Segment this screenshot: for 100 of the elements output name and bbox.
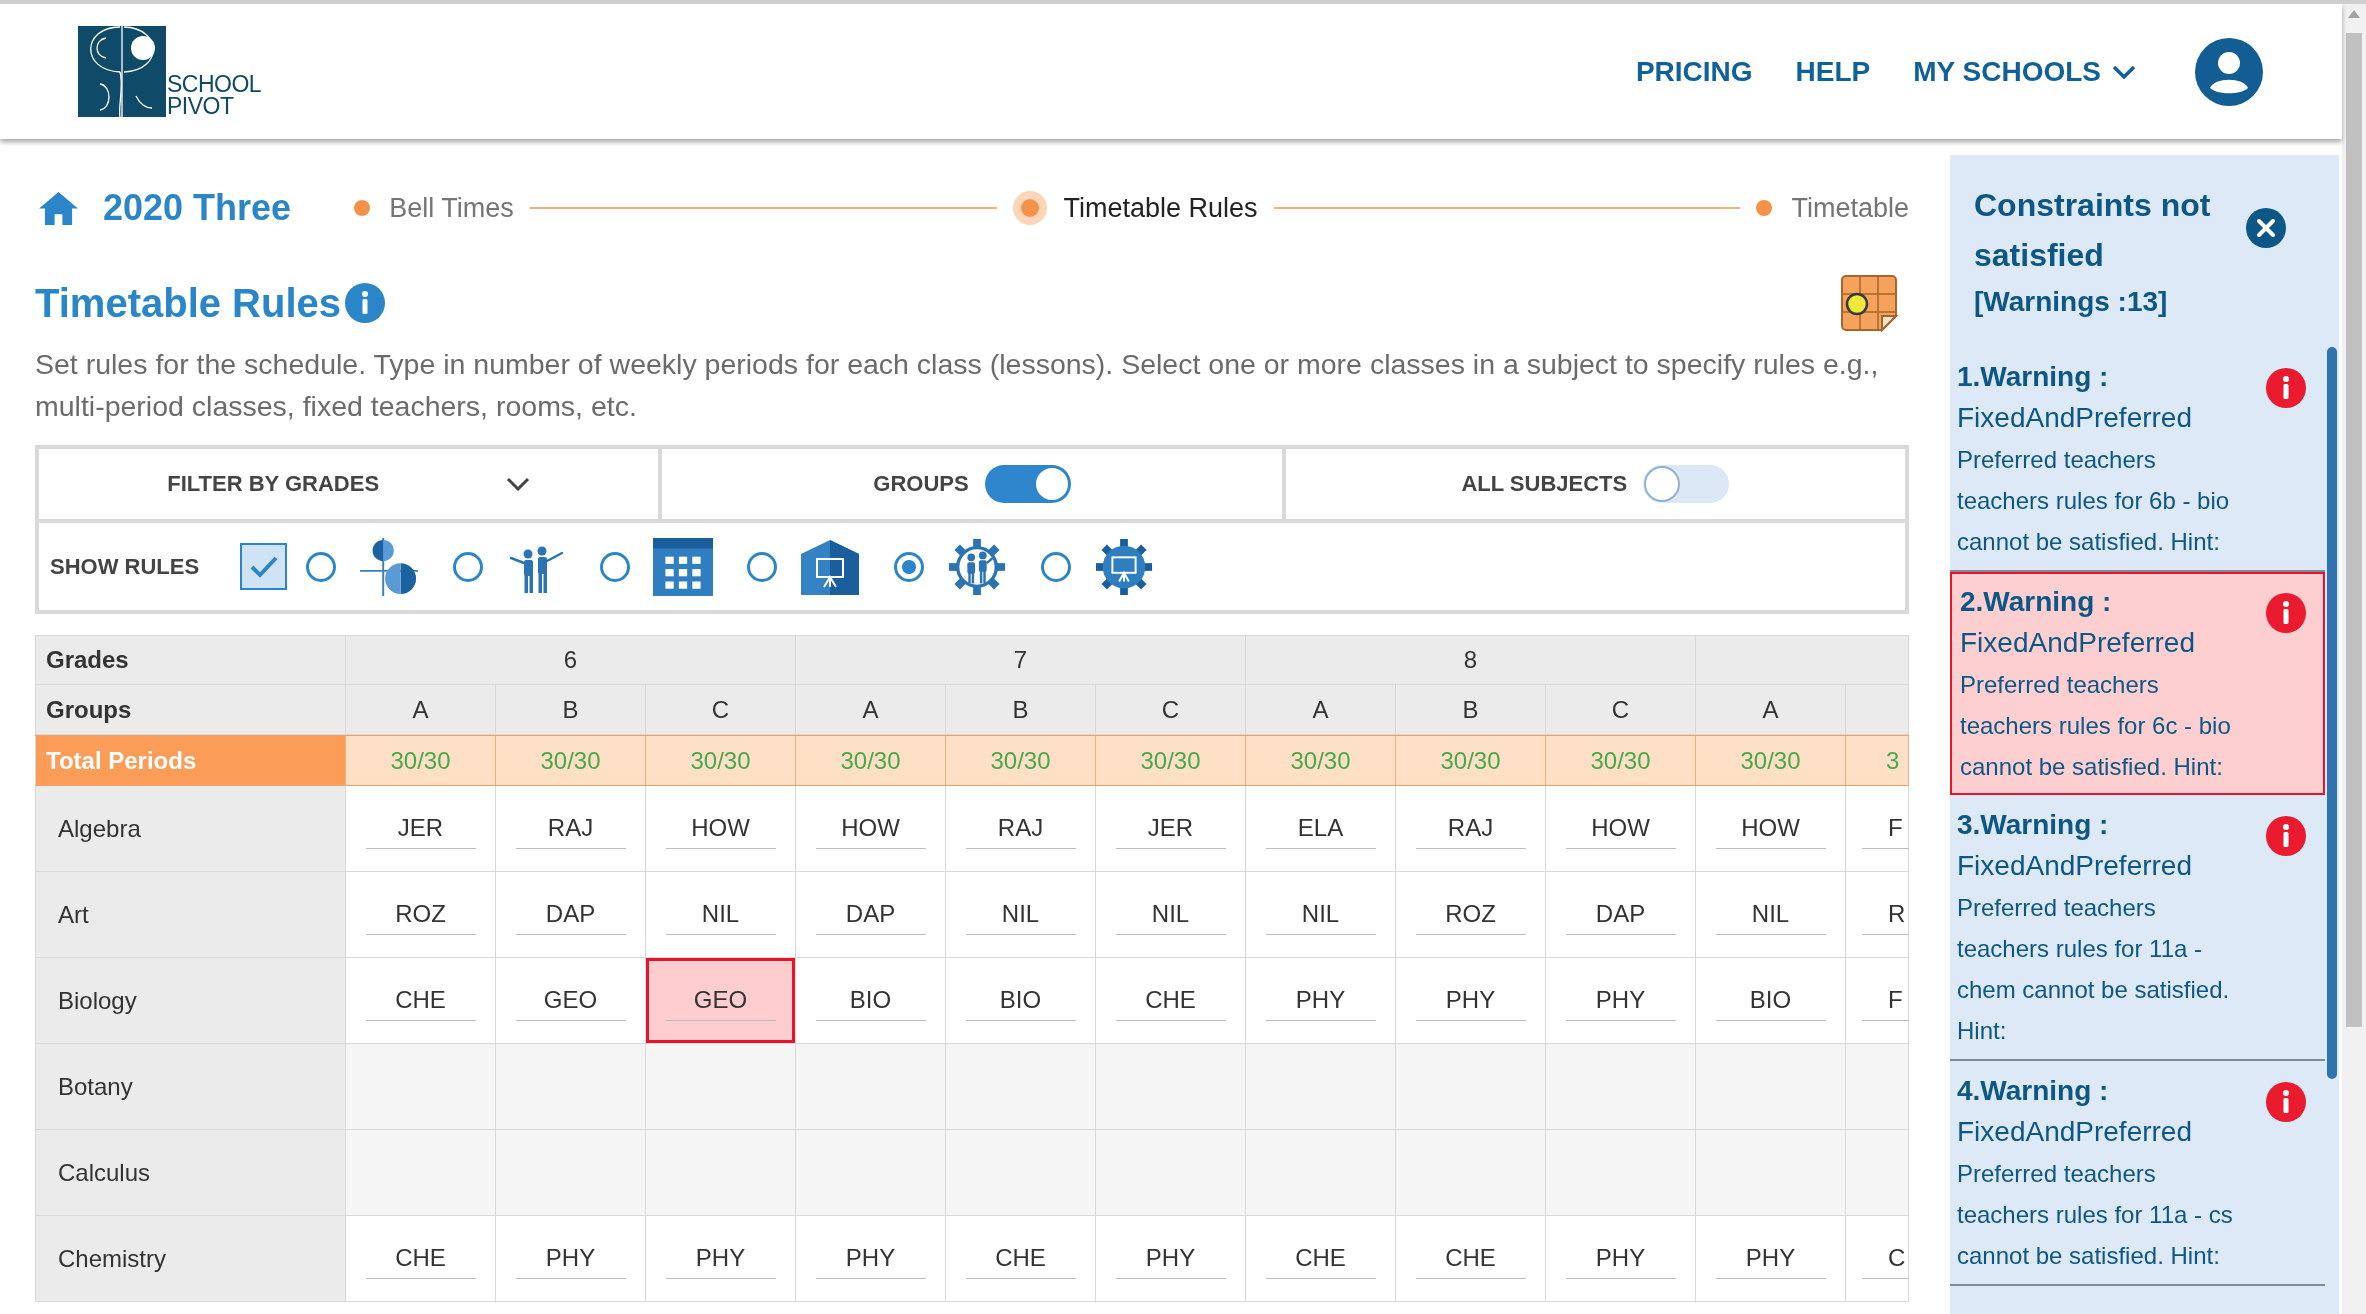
timetable-grid-icon[interactable] [1840, 274, 1898, 332]
cell-input[interactable]: JER [365, 808, 476, 849]
info-icon[interactable] [345, 283, 386, 323]
cell-input[interactable]: NIL [1115, 894, 1226, 935]
table-cell[interactable]: NIL [1246, 872, 1396, 957]
cell-input[interactable]: CHE [1415, 1238, 1526, 1279]
warning-info-icon[interactable] [2266, 1082, 2306, 1122]
toggle-switch[interactable] [984, 465, 1071, 503]
table-cell[interactable]: JER [1096, 786, 1246, 871]
cell-input[interactable]: NIL [1715, 894, 1826, 935]
cell-input[interactable]: NIL [665, 894, 776, 935]
grade-filter-dropdown[interactable]: FILTER BY GRADES [39, 449, 659, 519]
table-cell[interactable]: PHY [1396, 958, 1546, 1043]
table-cell[interactable]: NIL [946, 872, 1096, 957]
cell-input[interactable]: GEO [515, 980, 626, 1021]
table-cell[interactable]: DAP [1546, 872, 1696, 957]
step-link[interactable]: Timetable [1756, 192, 1909, 224]
table-cell[interactable]: NIL [1696, 872, 1846, 957]
scroll-up-arrow-icon[interactable] [2348, 10, 2360, 18]
cell-input[interactable]: PHY [665, 1238, 776, 1279]
cell-input[interactable]: F [1862, 808, 1909, 849]
rule-radio[interactable] [306, 551, 337, 582]
table-cell[interactable]: CHE [1396, 1216, 1546, 1301]
table-cell[interactable]: HOW [646, 786, 796, 871]
cell-input[interactable]: CHE [365, 1238, 476, 1279]
table-cell[interactable]: NIL [646, 872, 796, 957]
table-cell[interactable]: R [1846, 872, 1909, 957]
table-cell[interactable]: ELA [1246, 786, 1396, 871]
cell-input[interactable]: RAJ [515, 808, 626, 849]
cell-input[interactable]: ROZ [1415, 894, 1526, 935]
table-cell[interactable]: PHY [1096, 1216, 1246, 1301]
warning-item[interactable]: 3.Warning : FixedAndPreferred Preferred teachers teachers rules for 11a - chem cannot be satisfied. Hint: [1950, 795, 2325, 1061]
cell-input[interactable]: PHY [1265, 980, 1376, 1021]
cell-input[interactable]: PHY [1715, 1238, 1826, 1279]
step-link[interactable]: Bell Times [354, 192, 514, 224]
table-cell[interactable]: F [1846, 958, 1909, 1043]
cell-input[interactable]: BIO [815, 980, 926, 1021]
cell-input[interactable]: RAJ [1415, 808, 1526, 849]
cell-input[interactable]: CHE [1265, 1238, 1376, 1279]
nav-link[interactable]: HELP [1795, 55, 1871, 88]
cell-input[interactable]: CHE [965, 1238, 1076, 1279]
rules-checkbox[interactable] [240, 543, 288, 590]
rule-radio[interactable] [894, 551, 925, 582]
rule-radio[interactable] [453, 551, 484, 582]
cell-input[interactable]: GEO [665, 980, 776, 1021]
table-cell[interactable]: HOW [1696, 786, 1846, 871]
logo-icon[interactable] [78, 26, 166, 117]
page-scrollbar[interactable] [2342, 4, 2366, 1314]
cell-input[interactable]: PHY [1565, 980, 1676, 1021]
warning-info-icon[interactable] [2266, 816, 2306, 856]
table-cell[interactable]: RAJ [496, 786, 646, 871]
table-cell[interactable]: PHY [1546, 1216, 1696, 1301]
table-cell[interactable]: DAP [796, 872, 946, 957]
table-cell[interactable]: CHE [346, 958, 496, 1043]
table-cell[interactable]: CHE [346, 1216, 496, 1301]
table-cell[interactable]: PHY [796, 1216, 946, 1301]
scrollbar-thumb[interactable] [2346, 33, 2362, 1027]
cell-input[interactable]: PHY [1115, 1238, 1226, 1279]
cell-input[interactable]: C [1862, 1238, 1909, 1279]
table-cell[interactable]: CHE [1246, 1216, 1396, 1301]
cell-input[interactable]: BIO [965, 980, 1076, 1021]
table-cell[interactable]: BIO [1696, 958, 1846, 1043]
table-cell[interactable]: F [1846, 786, 1909, 871]
table-cell[interactable]: RAJ [946, 786, 1096, 871]
table-cell[interactable]: JER [346, 786, 496, 871]
cell-input[interactable]: NIL [1265, 894, 1376, 935]
user-avatar-icon[interactable] [2195, 37, 2263, 106]
table-cell[interactable]: PHY [1696, 1216, 1846, 1301]
cell-input[interactable]: CHE [1115, 980, 1226, 1021]
cell-input[interactable]: PHY [515, 1238, 626, 1279]
warning-info-icon[interactable] [2266, 368, 2306, 408]
table-cell[interactable]: GEO [646, 958, 796, 1043]
rule-radio[interactable] [1041, 551, 1072, 582]
table-cell[interactable]: HOW [796, 786, 946, 871]
table-cell[interactable]: ROZ [346, 872, 496, 957]
list-scrollbar[interactable] [2327, 347, 2337, 1079]
warning-item[interactable]: 4.Warning : FixedAndPreferred Preferred teachers teachers rules for 11a - cs cannot be satisfied. Hint: [1950, 1061, 2325, 1286]
table-cell[interactable]: RAJ [1396, 786, 1546, 871]
table-cell[interactable]: HOW [1546, 786, 1696, 871]
table-cell[interactable]: PHY [496, 1216, 646, 1301]
cell-input[interactable]: BIO [1715, 980, 1826, 1021]
cell-input[interactable]: DAP [1565, 894, 1676, 935]
cell-input[interactable]: RAJ [965, 808, 1076, 849]
table-cell[interactable]: BIO [946, 958, 1096, 1043]
cell-input[interactable]: NIL [965, 894, 1076, 935]
cell-input[interactable]: HOW [665, 808, 776, 849]
table-cell[interactable]: BIO [796, 958, 946, 1043]
table-cell[interactable]: NIL [1096, 872, 1246, 957]
cell-input[interactable]: ELA [1265, 808, 1376, 849]
cell-input[interactable]: HOW [1715, 808, 1826, 849]
rule-radio[interactable] [600, 551, 631, 582]
nav-link[interactable]: PRICING [1635, 55, 1753, 88]
home-icon[interactable] [39, 191, 78, 225]
cell-input[interactable]: CHE [365, 980, 476, 1021]
table-cell[interactable]: PHY [1246, 958, 1396, 1043]
table-cell[interactable]: DAP [496, 872, 646, 957]
cell-input[interactable]: JER [1115, 808, 1226, 849]
cell-input[interactable]: PHY [1415, 980, 1526, 1021]
cell-input[interactable]: ROZ [365, 894, 476, 935]
warning-info-icon[interactable] [2266, 593, 2306, 633]
